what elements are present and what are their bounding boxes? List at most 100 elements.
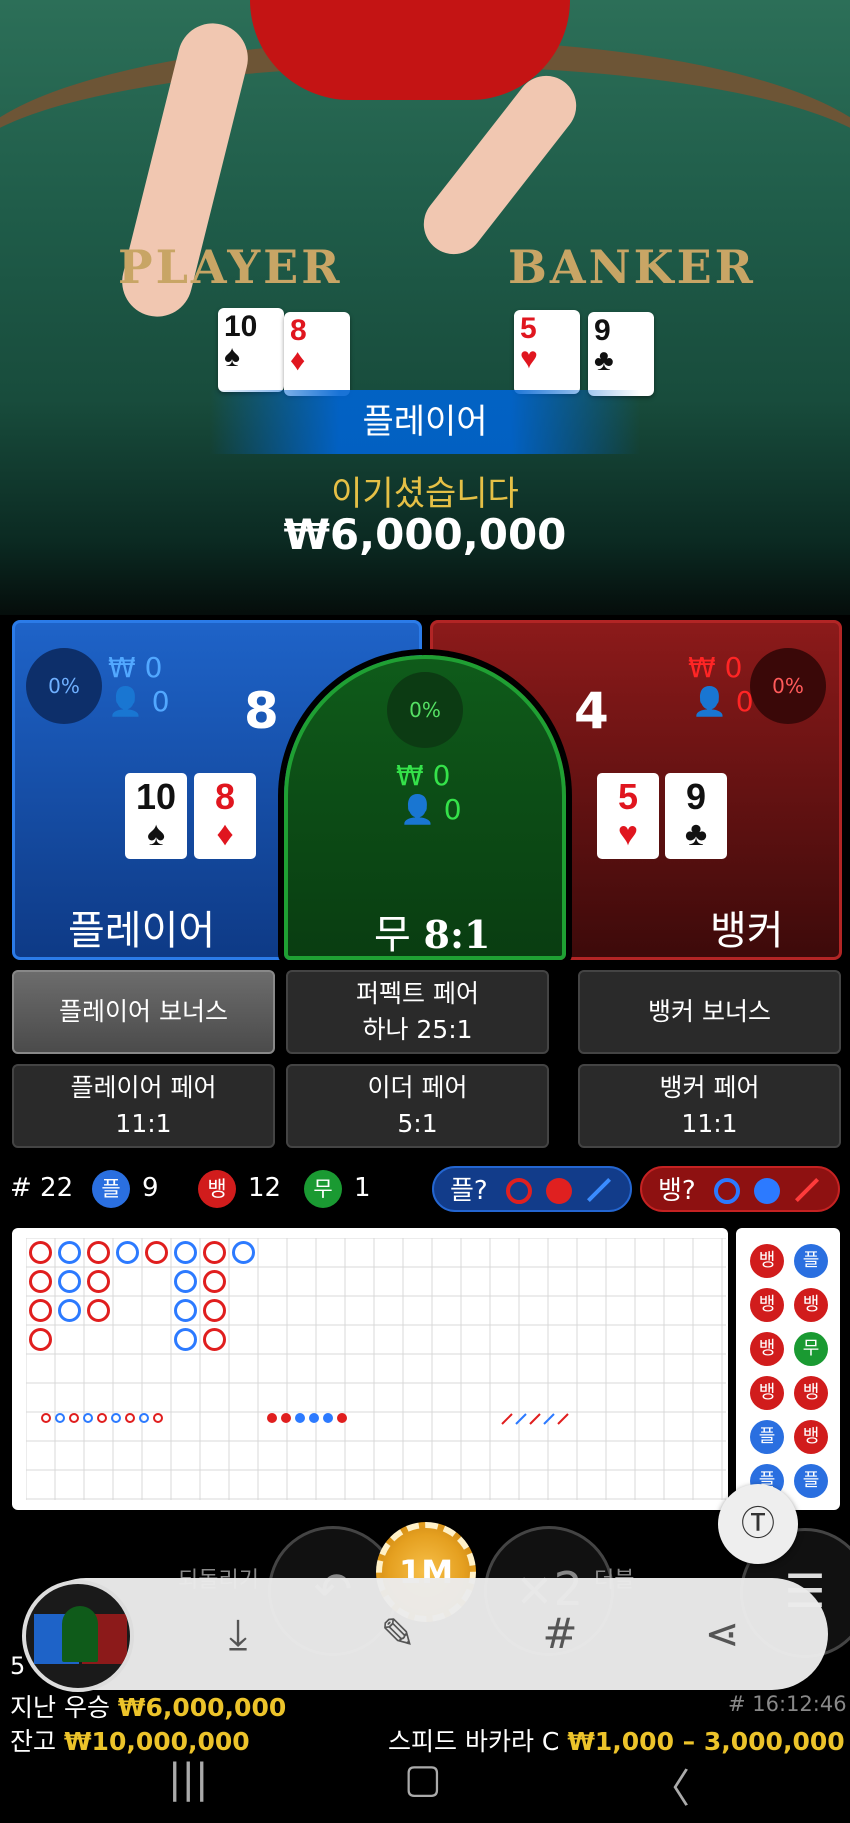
ask-player-prediction[interactable]: 플?	[432, 1166, 632, 1212]
either-pair-label: 이더 페어	[367, 1073, 468, 1102]
tie-bettors: 👤 0	[400, 794, 462, 826]
bead-road-dot	[295, 1413, 305, 1423]
card-suit: ♥	[617, 815, 639, 853]
bead-road-cell: 플	[794, 1244, 828, 1278]
big-road-marker	[87, 1270, 110, 1293]
big-road-marker	[174, 1241, 197, 1264]
banker-card-2: 9 ♣	[665, 773, 727, 859]
last-win-value: ₩6,000,000	[117, 1693, 287, 1722]
big-road-marker	[29, 1241, 52, 1264]
cockroach-road-slash	[557, 1413, 569, 1425]
recent-apps-icon[interactable]: |||	[168, 1756, 208, 1802]
red-dot-icon	[546, 1178, 572, 1204]
perfect-pair-button[interactable]: 퍼펙트 페어 하나 25:1	[286, 970, 549, 1054]
felt-card-suit: ♥	[520, 342, 538, 375]
banker-bonus-label: 뱅커 보너스	[648, 997, 771, 1026]
big-road-marker	[87, 1241, 110, 1264]
tie-percent: 0%	[387, 672, 463, 748]
screenshot-thumbnail[interactable]	[22, 1580, 134, 1692]
last-win-label: 지난 우승	[10, 1693, 110, 1722]
player-win-badge: 플	[92, 1170, 130, 1208]
bead-road-cell: 뱅	[750, 1332, 784, 1366]
blue-slash-icon	[586, 1177, 612, 1203]
felt-card-banker-1: 5 ♥	[514, 310, 580, 394]
banker-pair-button[interactable]: 뱅커 페어 11:1	[578, 1064, 841, 1148]
banker-percent: 0%	[750, 648, 826, 724]
bead-road-dot	[267, 1413, 277, 1423]
bead-road-cell: 뱅	[794, 1420, 828, 1454]
card-rank: 8	[214, 776, 236, 817]
card-suit: ♦	[216, 815, 234, 853]
share-icon[interactable]: ⋖	[694, 1606, 750, 1662]
felt-card-rank: 10	[224, 310, 258, 343]
bead-road-dot	[337, 1413, 347, 1423]
win-message: 이기셨습니다	[331, 474, 519, 514]
text-recognition-icon: Ⓣ	[741, 1504, 775, 1544]
felt-card-banker-2: 9 ♣	[588, 312, 654, 396]
big-road-marker	[203, 1328, 226, 1351]
felt-card-suit: ♣	[594, 344, 614, 377]
player-pair-odds: 11:1	[115, 1109, 172, 1138]
player-bettors: 👤 0	[108, 686, 170, 718]
bead-road-cell: 뱅	[750, 1288, 784, 1322]
screenshot-toolbar: ⤓ ✎ # ⋖	[30, 1578, 828, 1690]
footer-partial-number: 5	[10, 1652, 26, 1680]
small-road-marker	[125, 1413, 135, 1423]
tag-icon[interactable]: #	[532, 1606, 588, 1662]
win-amount: ₩6,000,000	[283, 510, 567, 559]
player-pair-label: 플레이어 페어	[70, 1073, 217, 1102]
cockroach-road-slash	[515, 1413, 527, 1425]
small-road-marker	[139, 1413, 149, 1423]
tie-bettors-count: 0	[443, 793, 462, 826]
perfect-pair-odds: 하나 25:1	[362, 1015, 473, 1044]
either-pair-odds: 5:1	[397, 1109, 438, 1138]
banker-win-badge: 뱅	[198, 1170, 236, 1208]
big-road-marker	[87, 1299, 110, 1322]
home-icon[interactable]: ▢	[404, 1756, 442, 1802]
player-pair-button[interactable]: 플레이어 페어 11:1	[12, 1064, 275, 1148]
big-road-marker	[232, 1241, 255, 1264]
player-score: 8	[244, 682, 279, 740]
banker-bonus-button[interactable]: 뱅커 보너스	[578, 970, 841, 1054]
big-road-marker	[174, 1328, 197, 1351]
either-pair-button[interactable]: 이더 페어 5:1	[286, 1064, 549, 1148]
last-win: 지난 우승 ₩6,000,000	[10, 1688, 286, 1724]
tie-label-text: 무	[374, 912, 411, 958]
card-suit: ♠	[146, 815, 166, 853]
bead-road-dot	[323, 1413, 333, 1423]
blue-ring-icon	[714, 1178, 740, 1204]
felt-card-suit: ♠	[224, 340, 240, 373]
banker-bettors: 👤 0	[692, 686, 754, 718]
tie-bet-amount: ₩ 0	[396, 759, 451, 792]
player-card-1: 10 ♠	[125, 773, 187, 859]
text-extract-button[interactable]: Ⓣ	[718, 1484, 798, 1564]
ask-banker-prediction[interactable]: 뱅?	[640, 1166, 840, 1212]
bead-road[interactable]: 뱅플뱅뱅뱅무뱅뱅플뱅플플	[736, 1228, 840, 1510]
banker-win-count: 12	[248, 1173, 282, 1203]
bead-road-cell: 뱅	[794, 1376, 828, 1410]
banker-bettors-count: 0	[735, 685, 754, 718]
back-icon[interactable]: 〈	[650, 1756, 690, 1814]
live-video-feed: PLAYER BANKER 10 ♠ 8 ♦ 5 ♥ 9 ♣ 플레이어 이기셨습…	[0, 0, 850, 615]
small-road-marker	[69, 1413, 79, 1423]
player-bet-amount: ₩ 0	[108, 651, 163, 684]
cockroach-road-slash	[529, 1413, 541, 1425]
felt-card-rank: 9	[594, 314, 611, 347]
edit-icon[interactable]: ✎	[370, 1606, 426, 1662]
scoreboard-roads[interactable]	[12, 1228, 728, 1510]
small-road-marker	[153, 1413, 163, 1423]
big-road-marker	[29, 1270, 52, 1293]
card-rank: 5	[617, 776, 639, 817]
big-road-marker	[58, 1299, 81, 1322]
card-suit: ♣	[684, 815, 708, 853]
cockroach-road-slash	[501, 1413, 513, 1425]
blue-dot-icon	[754, 1178, 780, 1204]
player-bonus-button[interactable]: 플레이어 보너스	[12, 970, 275, 1054]
banker-card-1: 5 ♥	[597, 773, 659, 859]
cockroach-road-slash	[543, 1413, 555, 1425]
banker-bet-amount: ₩ 0	[688, 651, 743, 684]
game-id: # 16:12:46	[728, 1692, 847, 1716]
scroll-capture-icon[interactable]: ⤓	[210, 1606, 266, 1662]
dealer	[250, 0, 570, 100]
big-road-marker	[203, 1299, 226, 1322]
